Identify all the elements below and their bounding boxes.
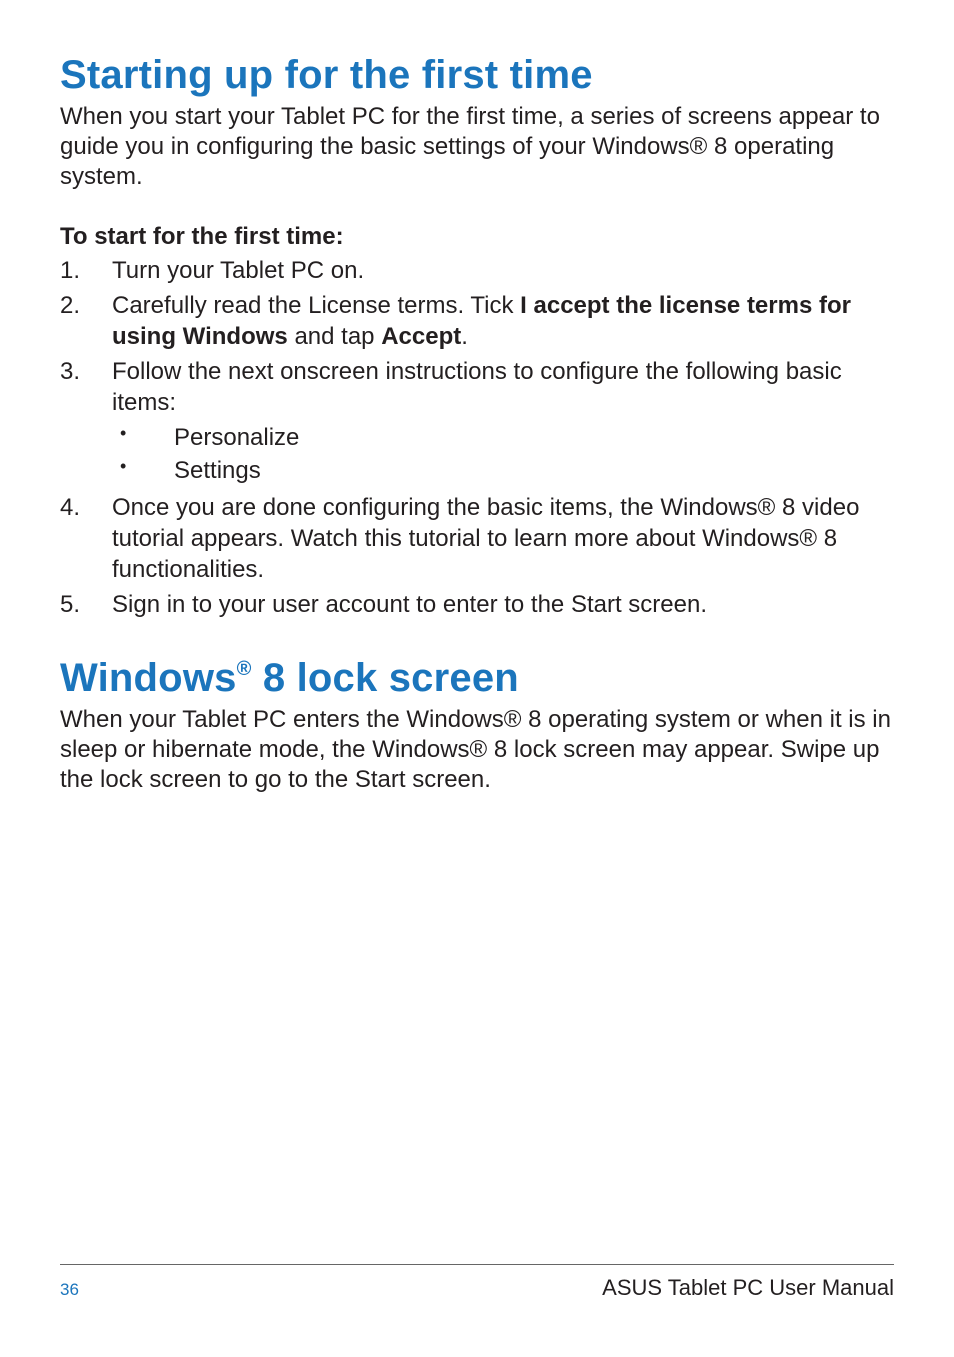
step-3-text: Follow the next onscreen instructions to… <box>112 358 842 416</box>
heading-lock-post: 8 lock screen <box>252 656 519 700</box>
page-body: Starting up for the first time When you … <box>0 0 954 795</box>
step-1: Turn your Tablet PC on. <box>60 255 894 286</box>
step-2-pre: Carefully read the License terms. Tick <box>112 292 520 319</box>
bullet-personalize: Personalize <box>112 421 894 455</box>
intro-paragraph-2: When your Tablet PC enters the Windows® … <box>60 705 894 796</box>
page-number: 36 <box>60 1280 79 1300</box>
footer-title: ASUS Tablet PC User Manual <box>602 1275 894 1301</box>
step-3: Follow the next onscreen instructions to… <box>60 356 894 488</box>
page-footer: 36 ASUS Tablet PC User Manual <box>60 1264 894 1301</box>
heading-lock-screen: Windows® 8 lock screen <box>60 657 894 699</box>
heading-lock-pre: Windows <box>60 656 237 700</box>
bullet-settings: Settings <box>112 454 894 488</box>
heading-lock-sup: ® <box>237 658 252 680</box>
step-2-mid: and tap <box>288 323 381 350</box>
step-2-post: . <box>461 323 468 350</box>
step-5: Sign in to your user account to enter to… <box>60 589 894 620</box>
step-3-bullets: Personalize Settings <box>112 421 894 488</box>
intro-paragraph-1: When you start your Tablet PC for the fi… <box>60 102 894 193</box>
section-lock-screen: Windows® 8 lock screen When your Tablet … <box>60 657 894 796</box>
heading-starting-up: Starting up for the first time <box>60 54 894 96</box>
step-2: Carefully read the License terms. Tick I… <box>60 290 894 352</box>
step-2-bold-2: Accept <box>381 323 461 350</box>
steps-list: Turn your Tablet PC on. Carefully read t… <box>60 255 894 621</box>
step-4: Once you are done configuring the basic … <box>60 492 894 586</box>
step-1-text: Turn your Tablet PC on. <box>112 257 364 284</box>
subheading-to-start: To start for the first time: <box>60 223 894 251</box>
